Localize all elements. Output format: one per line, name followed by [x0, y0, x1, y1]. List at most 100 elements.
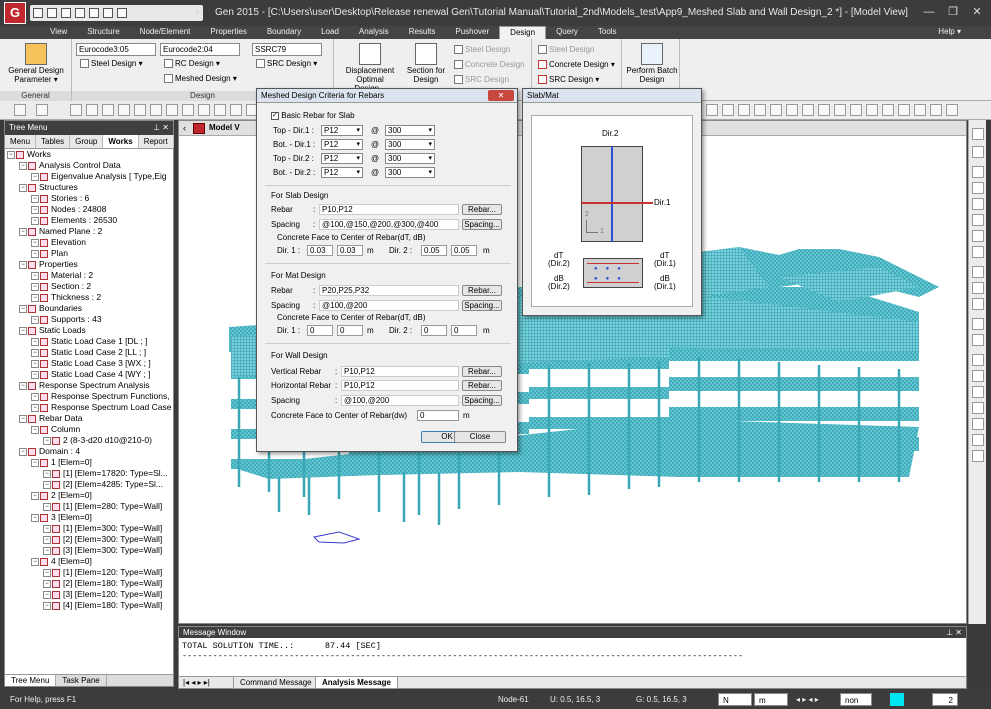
tree-item[interactable]: − [1] [Elem=300: Type=Wall]	[7, 523, 173, 534]
page-input[interactable]: 2	[932, 693, 958, 706]
tab-tools[interactable]: Tools	[588, 26, 627, 39]
tree-expand-icon[interactable]: −	[31, 513, 39, 522]
tree-expand-icon[interactable]: −	[31, 172, 39, 181]
tree-item[interactable]: − [4] [Elem=180: Type=Wall]	[7, 600, 173, 611]
vt-icon-12[interactable]	[972, 318, 984, 330]
element-number-icon[interactable]	[722, 104, 734, 116]
tree-item[interactable]: − 4 [Elem=0]	[7, 556, 173, 567]
hidden-icon[interactable]	[770, 104, 782, 116]
tree-item[interactable]: − Static Loads	[7, 325, 173, 336]
tree-item[interactable]: − Elevation	[7, 237, 173, 248]
tree-item[interactable]: − Plan	[7, 248, 173, 259]
displacement-optimal-button[interactable]: Displacement Optimal Design...	[340, 43, 400, 93]
tree-expand-icon[interactable]: −	[31, 491, 39, 500]
tab-command-message[interactable]: Command Message	[233, 677, 319, 689]
wall-spacing-field[interactable]: @100,@200	[341, 395, 459, 406]
filter-select[interactable]: non	[840, 693, 872, 706]
top-dir2-spacing-select[interactable]: 300	[385, 153, 435, 164]
tree-item[interactable]: − Static Load Case 2 [LL ; ]	[7, 347, 173, 358]
tree-expand-icon[interactable]: −	[31, 370, 39, 379]
tree-item[interactable]: − Static Load Case 3 [WX ; ]	[7, 358, 173, 369]
shrink-icon[interactable]	[754, 104, 766, 116]
tree-expand-icon[interactable]: −	[43, 601, 51, 610]
wall-dw-field[interactable]: 0	[417, 410, 459, 421]
tree-item[interactable]: − Response Spectrum Load Case	[7, 402, 173, 413]
section-for-design-button[interactable]: Section for Design	[404, 43, 448, 84]
tree-expand-icon[interactable]: −	[31, 216, 39, 225]
slab-dir1-db[interactable]: 0.03	[337, 245, 363, 256]
length-unit-select[interactable]: m	[754, 693, 788, 706]
steel-design-disabled[interactable]: Steel Design	[454, 44, 510, 56]
vt-icon-13[interactable]	[972, 334, 984, 346]
bot-dir2-bar-select[interactable]: P12	[321, 167, 363, 178]
tree-tab-menu[interactable]: Menu	[5, 135, 37, 148]
tree-item[interactable]: − Stories : 6	[7, 193, 173, 204]
tab-structure[interactable]: Structure	[77, 26, 129, 39]
tree-expand-icon[interactable]: −	[43, 480, 51, 489]
select-icon[interactable]	[70, 104, 82, 116]
slab-dir2-db[interactable]: 0.05	[451, 245, 477, 256]
slab-rebar-button[interactable]: Rebar...	[462, 204, 502, 215]
tree-item[interactable]: − [1] [Elem=280: Type=Wall]	[7, 501, 173, 512]
tab-query[interactable]: Query	[546, 26, 588, 39]
vt-icon-2[interactable]	[972, 146, 984, 158]
tree-item[interactable]: − Response Spectrum Functions,	[7, 391, 173, 402]
tree-expand-icon[interactable]: −	[19, 227, 27, 236]
restore-icon[interactable]: ❐	[942, 4, 964, 20]
tree-item[interactable]: − Boundaries	[7, 303, 173, 314]
tree-item[interactable]: − Static Load Case 1 [DL ; ]	[7, 336, 173, 347]
tree-expand-icon[interactable]: −	[43, 579, 51, 588]
slab-spacing-field[interactable]: @100,@150,@200,@300,@400	[319, 219, 459, 230]
tree-item[interactable]: − Elements : 26530	[7, 215, 173, 226]
tree-foot-tab-tree-menu[interactable]: Tree Menu	[5, 675, 57, 686]
slab-rebar-field[interactable]: P10,P12	[319, 204, 459, 215]
mat-spacing-field[interactable]: @100,@200	[319, 300, 459, 311]
tree-item[interactable]: − Structures	[7, 182, 173, 193]
concrete-check-button[interactable]: Concrete Design ▾	[538, 59, 615, 71]
tree-item[interactable]: − [2] [Elem=180: Type=Wall]	[7, 578, 173, 589]
undo-icon[interactable]	[14, 104, 26, 116]
tree-item[interactable]: − [2] [Elem=4285: Type=Sl...	[7, 479, 173, 490]
activate-all-icon[interactable]	[198, 104, 210, 116]
mat-spacing-button[interactable]: Spacing...	[462, 300, 502, 311]
mat-rebar-button[interactable]: Rebar...	[462, 285, 502, 296]
vt-icon-14[interactable]	[972, 354, 984, 366]
close-button[interactable]: Close	[454, 431, 506, 443]
tree-expand-icon[interactable]: −	[43, 524, 51, 533]
top-dir1-spacing-select[interactable]: 300	[385, 125, 435, 136]
mat-rebar-field[interactable]: P20,P25,P32	[319, 285, 459, 296]
tree-expand-icon[interactable]: −	[31, 425, 39, 434]
tree-item[interactable]: − Rebar Data	[7, 413, 173, 424]
tree-expand-icon[interactable]: −	[31, 315, 39, 324]
horizontal-rebar-button[interactable]: Rebar...	[462, 380, 502, 391]
tree-expand-icon[interactable]: −	[43, 469, 51, 478]
tab-boundary[interactable]: Boundary	[257, 26, 311, 39]
vt-icon-5[interactable]	[972, 198, 984, 210]
tab-analysis-message[interactable]: Analysis Message	[315, 677, 398, 689]
view-right-icon[interactable]	[898, 104, 910, 116]
tree-item[interactable]: − Domain : 4	[7, 446, 173, 457]
inverse-icon[interactable]	[214, 104, 226, 116]
mat-dir2-dt[interactable]: 0	[421, 325, 447, 336]
app-logo[interactable]: G	[4, 2, 26, 24]
tree-item[interactable]: − 2 (8-3-d20 d10@210-0)	[7, 435, 173, 446]
save-as-icon[interactable]	[89, 8, 99, 18]
tree-item[interactable]: − Response Spectrum Analysis	[7, 380, 173, 391]
print-preview-icon[interactable]	[117, 8, 127, 18]
status-nav-icons[interactable]: ◂ ▸ ◂ ▸	[792, 693, 823, 706]
tree-tab-tables[interactable]: Tables	[36, 135, 71, 148]
tree-tab-works[interactable]: Works	[103, 135, 139, 148]
unselect-icon[interactable]	[118, 104, 130, 116]
snap-icon[interactable]	[834, 104, 846, 116]
tree-expand-icon[interactable]: −	[43, 546, 51, 555]
tab-scroll-left-icon[interactable]: ‹	[183, 123, 186, 133]
tree-item[interactable]: − Section : 2	[7, 281, 173, 292]
bot-dir2-spacing-select[interactable]: 300	[385, 167, 435, 178]
tree-expand-icon[interactable]: −	[19, 447, 27, 456]
display-icon[interactable]	[738, 104, 750, 116]
vt-icon-3[interactable]	[972, 166, 984, 178]
vt-icon-1[interactable]	[972, 128, 984, 140]
qat-dropdown-icon[interactable]: ▾	[195, 8, 200, 19]
tree-item[interactable]: − Eigenvalue Analysis [ Type,Eig	[7, 171, 173, 182]
vt-icon-17[interactable]	[972, 402, 984, 414]
